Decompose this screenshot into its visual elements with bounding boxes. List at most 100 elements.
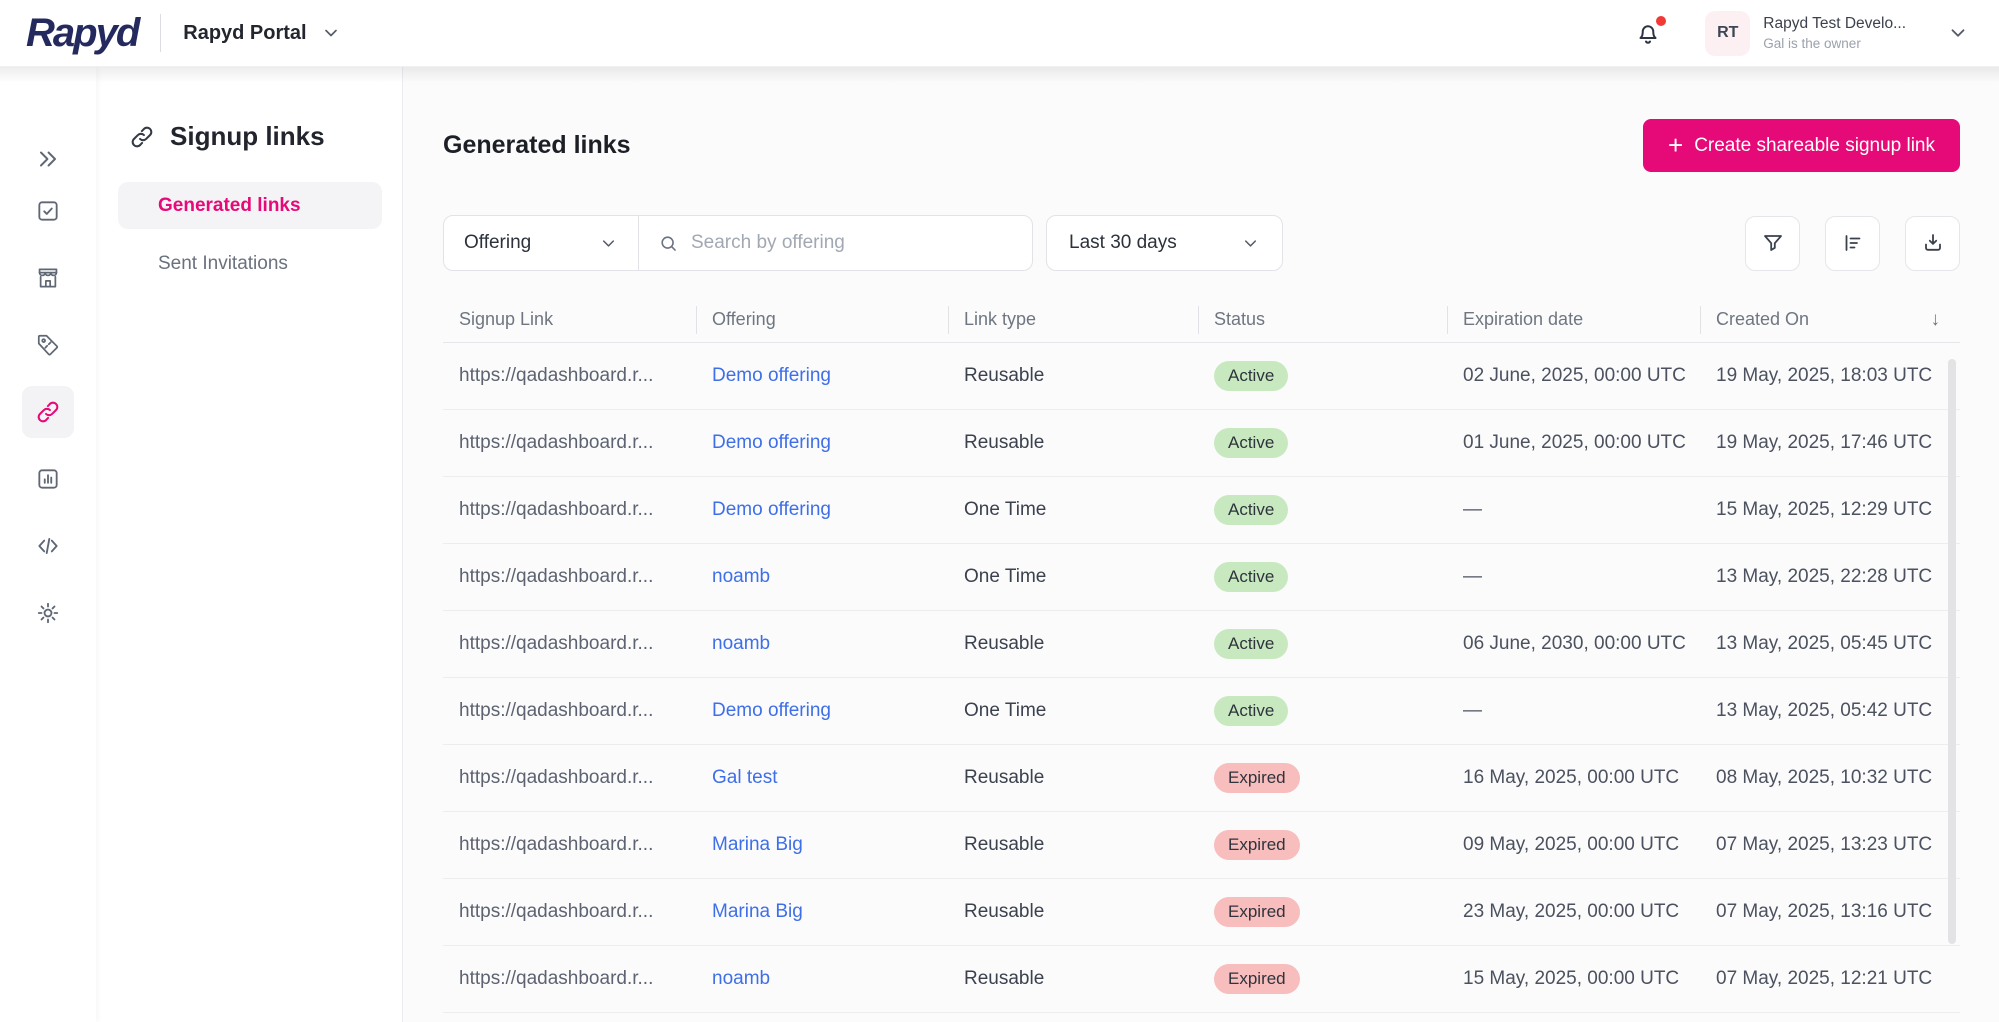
create-signup-link-button[interactable]: + Create shareable signup link	[1643, 119, 1960, 172]
rail-item-store[interactable]	[22, 252, 74, 304]
status-cell: Expired	[1198, 897, 1447, 927]
column-header-expiration-date[interactable]: Expiration date	[1447, 309, 1700, 330]
link-type-cell: Reusable	[964, 968, 1045, 989]
signup-link-cell: https://qadashboard.r...	[459, 633, 654, 654]
signup-link-cell: https://qadashboard.r...	[459, 968, 654, 989]
link-type-cell: Reusable	[964, 901, 1045, 922]
link-type-cell: Reusable	[964, 432, 1045, 453]
reports-icon	[35, 466, 61, 492]
tag-icon	[35, 332, 61, 358]
offering-link[interactable]: noamb	[696, 566, 948, 588]
expiration-date-cell: 06 June, 2030, 00:00 UTC	[1463, 633, 1686, 654]
chevron-down-icon	[1947, 22, 1969, 44]
status-cell: Active	[1198, 428, 1447, 458]
table-row[interactable]: https://qadashboard.r... Demo offering R…	[443, 343, 1960, 410]
expiration-date-cell: —	[1463, 499, 1482, 520]
header-divider	[160, 14, 162, 52]
offering-link[interactable]: noamb	[696, 968, 948, 990]
rail-item-tasks[interactable]	[22, 185, 74, 237]
expiration-date-cell: 02 June, 2025, 00:00 UTC	[1463, 365, 1686, 386]
search-icon	[658, 233, 679, 254]
sort-button[interactable]	[1825, 215, 1880, 271]
column-header-offering[interactable]: Offering	[696, 309, 948, 330]
offering-search-control: Offering	[443, 215, 1033, 271]
avatar: RT	[1705, 10, 1751, 56]
expand-sidebar-button[interactable]	[22, 139, 74, 179]
link-type-cell: One Time	[964, 700, 1047, 721]
portal-name: Rapyd Portal	[183, 21, 307, 44]
status-badge: Active	[1214, 696, 1289, 726]
rail-item-offerings[interactable]	[22, 319, 74, 371]
table-row[interactable]: https://qadashboard.r... Demo offering O…	[443, 678, 1960, 745]
download-button[interactable]	[1905, 215, 1960, 271]
offering-link[interactable]: Demo offering	[696, 432, 948, 454]
column-header-status[interactable]: Status	[1198, 309, 1447, 330]
developers-icon	[35, 533, 61, 559]
link-type-cell: One Time	[964, 499, 1047, 520]
rail-item-reports[interactable]	[22, 453, 74, 505]
offering-link[interactable]: noamb	[696, 633, 948, 655]
expiration-date-cell: 16 May, 2025, 00:00 UTC	[1463, 767, 1680, 788]
created-on-cell: 13 May, 2025, 05:45 UTC	[1716, 633, 1933, 654]
table-row[interactable]: https://qadashboard.r... Demo offering R…	[443, 410, 1960, 477]
notifications-button[interactable]	[1633, 16, 1667, 48]
rail-item-developers[interactable]	[22, 520, 74, 572]
create-button-label: Create shareable signup link	[1694, 134, 1935, 156]
status-cell: Active	[1198, 696, 1447, 726]
link-type-cell: Reusable	[964, 834, 1045, 855]
offering-link[interactable]: Demo offering	[696, 499, 948, 521]
offering-filter-label: Offering	[464, 232, 532, 253]
funnel-icon	[1761, 231, 1785, 255]
expiration-date-cell: 23 May, 2025, 00:00 UTC	[1463, 901, 1680, 922]
sidebar-item-sent-invitations[interactable]: Sent Invitations	[118, 240, 382, 287]
signup-link-cell: https://qadashboard.r...	[459, 834, 654, 855]
filter-button[interactable]	[1745, 215, 1800, 271]
chevron-down-icon	[599, 234, 618, 253]
status-cell: Expired	[1198, 830, 1447, 860]
table-row[interactable]: https://qadashboard.r... Demo offering O…	[443, 477, 1960, 544]
created-on-cell: 07 May, 2025, 13:16 UTC	[1716, 901, 1933, 922]
table-scrollbar[interactable]	[1948, 359, 1956, 944]
column-header-created-on[interactable]: Created On ↓	[1700, 309, 1960, 331]
table-row[interactable]: https://qadashboard.r... noamb Reusable …	[443, 611, 1960, 678]
rail-item-signup-links[interactable]	[22, 386, 74, 438]
chevron-down-icon	[321, 23, 341, 43]
table-row[interactable]: https://qadashboard.r... noamb Reusable …	[443, 946, 1960, 1013]
date-range-dropdown[interactable]: Last 30 days	[1046, 215, 1283, 271]
status-badge: Expired	[1214, 897, 1300, 927]
icon-rail	[0, 67, 96, 1022]
table-body: https://qadashboard.r... Demo offering R…	[443, 343, 1960, 1013]
status-cell: Active	[1198, 562, 1447, 592]
status-badge: Expired	[1214, 964, 1300, 994]
sidebar-item-generated-links[interactable]: Generated links	[118, 182, 382, 229]
table-row[interactable]: https://qadashboard.r... Marina Big Reus…	[443, 812, 1960, 879]
offering-link[interactable]: Marina Big	[696, 834, 948, 856]
offering-link[interactable]: Marina Big	[696, 901, 948, 923]
column-header-signup-link[interactable]: Signup Link	[443, 309, 696, 330]
status-cell: Active	[1198, 495, 1447, 525]
account-subtitle: Gal is the owner	[1763, 36, 1861, 51]
table-row[interactable]: https://qadashboard.r... noamb One Time …	[443, 544, 1960, 611]
link-icon	[129, 124, 155, 150]
offering-filter-dropdown[interactable]: Offering	[444, 216, 639, 270]
sidebar-title: Signup links	[129, 121, 382, 152]
expiration-date-cell: 15 May, 2025, 00:00 UTC	[1463, 968, 1680, 989]
search-input[interactable]	[691, 232, 1013, 254]
table-row[interactable]: https://qadashboard.r... Marina Big Reus…	[443, 879, 1960, 946]
table-row[interactable]: https://qadashboard.r... Gal test Reusab…	[443, 745, 1960, 812]
offering-link[interactable]: Gal test	[696, 767, 948, 789]
status-badge: Expired	[1214, 830, 1300, 860]
account-menu[interactable]: RT Rapyd Test Develo... Gal is the owner	[1705, 10, 1969, 56]
portal-switcher[interactable]: Rapyd Portal	[183, 22, 340, 45]
link-type-cell: Reusable	[964, 365, 1045, 386]
offering-link[interactable]: Demo offering	[696, 365, 948, 387]
rail-item-settings[interactable]	[22, 587, 74, 639]
double-chevron-right-icon	[35, 146, 61, 172]
created-on-cell: 13 May, 2025, 22:28 UTC	[1716, 566, 1933, 587]
date-range-label: Last 30 days	[1069, 232, 1177, 253]
column-header-link-type[interactable]: Link type	[948, 309, 1198, 330]
created-on-cell: 19 May, 2025, 17:46 UTC	[1716, 432, 1933, 453]
offering-link[interactable]: Demo offering	[696, 700, 948, 722]
expiration-date-cell: 09 May, 2025, 00:00 UTC	[1463, 834, 1680, 855]
sort-icon	[1841, 231, 1865, 255]
